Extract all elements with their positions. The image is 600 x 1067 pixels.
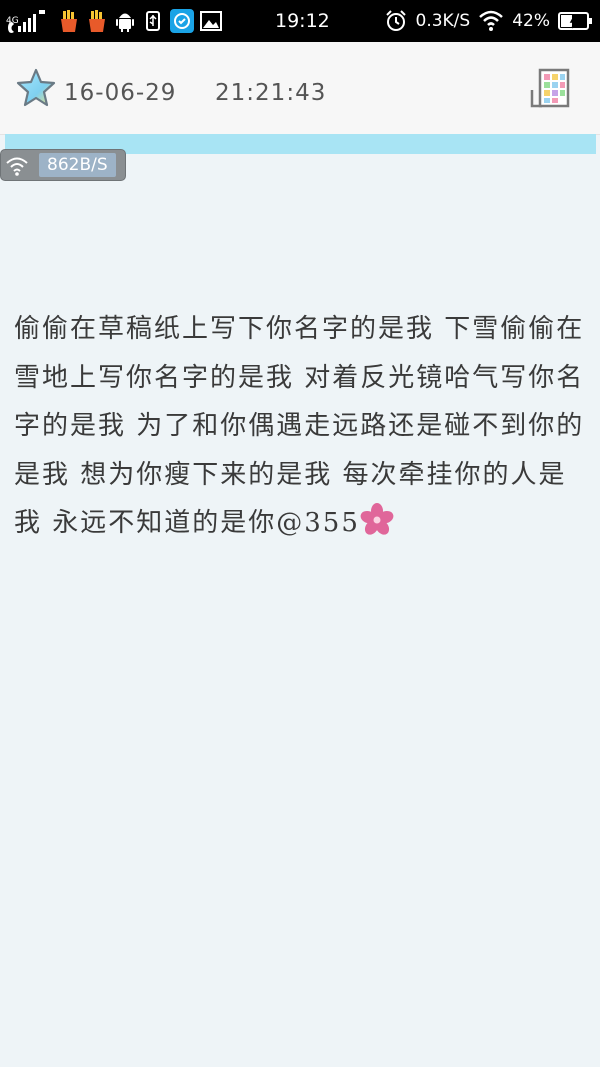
wifi-icon	[478, 10, 504, 32]
battery-percent: 42%	[512, 11, 550, 31]
android-icon	[114, 9, 136, 33]
signal-icon: 4G	[6, 8, 52, 34]
network-type-label: 4G	[6, 16, 19, 26]
network-speed-badge[interactable]: 862B/S	[0, 149, 126, 181]
note-text: 偷偷在草稿纸上写下你名字的是我 下雪偷偷在雪地上写你名字的是我 对着反光镜哈气写…	[14, 314, 585, 538]
network-speed: 0.3K/S	[415, 11, 471, 31]
grid-menu-icon[interactable]	[528, 66, 572, 110]
status-bar-left: 4G	[6, 0, 222, 42]
wifi-icon-badge	[5, 155, 29, 177]
note-time: 21:21:43	[215, 80, 327, 106]
alarm-icon	[384, 9, 408, 33]
fries-icon	[58, 9, 80, 33]
clock-time: 19:12	[275, 10, 330, 32]
image-icon	[200, 10, 222, 32]
note-body[interactable]: 偷偷在草稿纸上写下你名字的是我 下雪偷偷在雪地上写你名字的是我 对着反光镜哈气写…	[14, 305, 594, 548]
star-icon[interactable]	[16, 68, 56, 108]
usb-icon	[142, 9, 164, 33]
note-header: 16-06-29 21:21:43	[0, 42, 600, 135]
fries-icon-2	[86, 9, 108, 33]
app-notification-icon	[170, 9, 194, 33]
status-bar-right: 0.3K/S 42%	[384, 0, 592, 42]
badge-speed-value: 862B/S	[39, 153, 116, 177]
battery-icon	[558, 12, 592, 30]
cherry-blossom-icon	[360, 503, 394, 537]
note-date: 16-06-29	[64, 80, 177, 106]
status-bar: 4G 19:12 0.3K/S 42%	[0, 0, 600, 42]
note-datetime: 16-06-29 21:21:43	[64, 80, 326, 106]
